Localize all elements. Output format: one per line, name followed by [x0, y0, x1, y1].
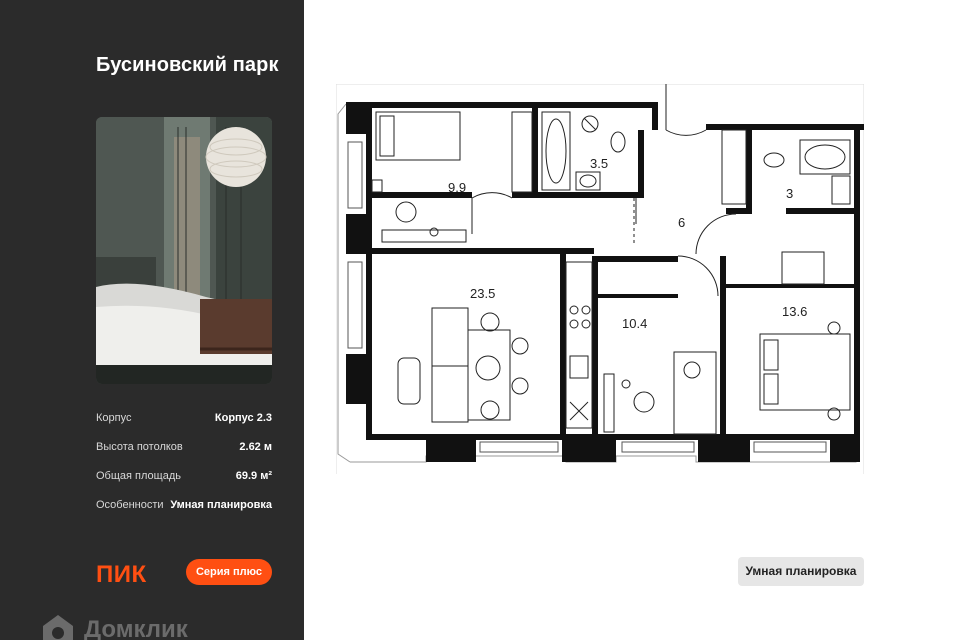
domclick-house-icon	[43, 615, 73, 640]
pik-logo: ПИК	[96, 561, 147, 588]
room-area-10-4: 10.4	[622, 316, 647, 331]
spec-value: Умная планировка	[170, 499, 272, 511]
spec-row-ceiling-height: Высота потолков 2.62 м	[96, 441, 272, 470]
room-area-23-5: 23.5	[470, 286, 495, 301]
window-strips	[347, 141, 827, 453]
floor-plan: 9.9 3.5 6 3 23.5 10.4 13.6	[336, 84, 864, 474]
spec-label: Корпус	[96, 412, 132, 424]
spec-row-total-area: Общая площадь 69.9 м²	[96, 470, 272, 499]
smart-layout-badge[interactable]: Умная планировка	[738, 557, 864, 586]
bedroom-large-furniture	[759, 251, 851, 421]
bedroom-illustration	[96, 117, 272, 384]
room-area-6: 6	[678, 215, 685, 230]
project-title: Бусиновский парк	[96, 54, 279, 76]
spec-value: 2.62 м	[239, 441, 272, 453]
bedroom-mid-furniture	[603, 351, 717, 435]
specs-list: Корпус Корпус 2.3 Высота потолков 2.62 м…	[96, 412, 272, 528]
spec-value: 69.9 м²	[235, 470, 272, 482]
room-area-9-9: 9.9	[448, 180, 466, 195]
room-area-13-6: 13.6	[782, 304, 807, 319]
bathroom-fixtures	[541, 111, 626, 191]
interior-photo	[96, 117, 272, 384]
spec-label: Высота потолков	[96, 441, 183, 453]
bedroom-small-furniture	[371, 111, 533, 243]
spec-row-building: Корпус Корпус 2.3	[96, 412, 272, 441]
exterior-outline	[336, 84, 864, 474]
room-area-3-5: 3.5	[590, 156, 608, 171]
spec-label: Общая площадь	[96, 470, 181, 482]
domclick-label: Домклик	[84, 616, 188, 640]
sidebar: Бусиновский парк Корпус Корпус 2.3 Высот…	[0, 0, 304, 640]
spec-row-features: Особенности Умная планировка	[96, 499, 272, 528]
spec-value: Корпус 2.3	[214, 412, 272, 424]
room-area-3: 3	[786, 186, 793, 201]
series-badge: Серия плюс	[186, 559, 272, 585]
spec-label: Особенности	[96, 499, 164, 511]
domclick-watermark: Домклик	[40, 610, 188, 640]
